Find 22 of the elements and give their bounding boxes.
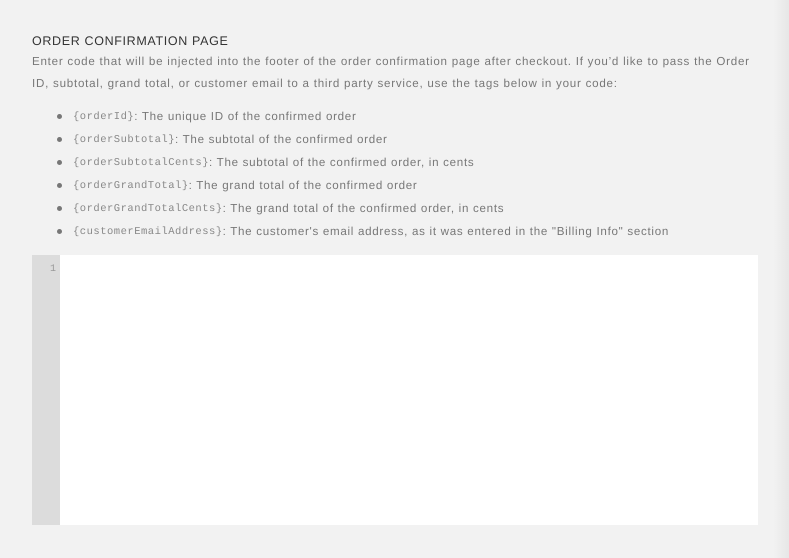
bullet-icon [57, 114, 62, 119]
tag-description: : The grand total of the confirmed order, in cents [222, 202, 504, 215]
code-tag: {customerEmailAddress} [73, 226, 223, 238]
tag-description: : The subtotal of the confirmed order [175, 133, 388, 146]
section-description: Enter code that will be injected into the footer of the order confirmation page after checkout. If you’d like to pass the Order ID, subtotal, grand total, or customer email to a third party service, use the tags below in your code: [32, 54, 751, 92]
code-tag: {orderGrandTotal} [73, 180, 189, 192]
bullet-icon [57, 183, 62, 188]
tag-description: : The grand total of the confirmed order [188, 179, 418, 192]
code-tag: {orderId} [73, 110, 134, 122]
code-tag: {orderGrandTotalCents} [73, 202, 223, 214]
code-tag: {orderSubtotal} [73, 134, 176, 146]
tag-description: : The customer's email address, as it was entered in the "Billing Info" section [222, 225, 670, 238]
code-editor[interactable]: 1 [32, 255, 758, 525]
section-title: ORDER CONFIRMATION PAGE [32, 33, 230, 49]
tag-description: : The unique ID of the confirmed order [134, 110, 357, 123]
tag-description: : The subtotal of the confirmed order, in cents [209, 156, 474, 169]
bullet-icon [57, 160, 62, 165]
code-tag: {orderSubtotalCents} [73, 156, 210, 168]
line-number: 1 [50, 263, 57, 275]
bullet-icon [57, 206, 62, 211]
bullet-icon [57, 137, 62, 142]
bullet-icon [57, 229, 62, 234]
